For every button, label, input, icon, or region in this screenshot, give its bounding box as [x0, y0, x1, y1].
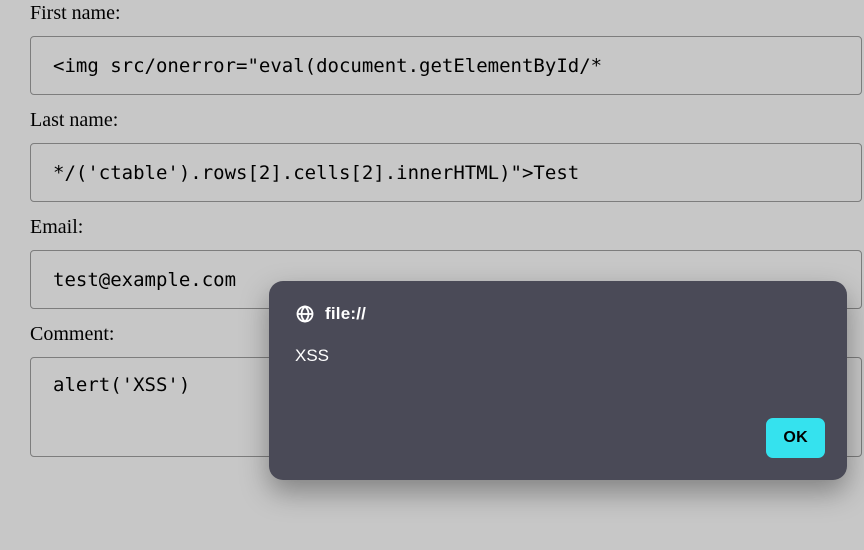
- alert-dialog: file:// XSS OK: [269, 281, 847, 480]
- dialog-origin-text: file://: [325, 304, 366, 324]
- globe-icon: [295, 304, 315, 324]
- dialog-origin-row: file://: [295, 304, 821, 324]
- dialog-actions: OK: [766, 418, 825, 458]
- dialog-message: XSS: [295, 346, 821, 366]
- ok-button[interactable]: OK: [766, 418, 825, 458]
